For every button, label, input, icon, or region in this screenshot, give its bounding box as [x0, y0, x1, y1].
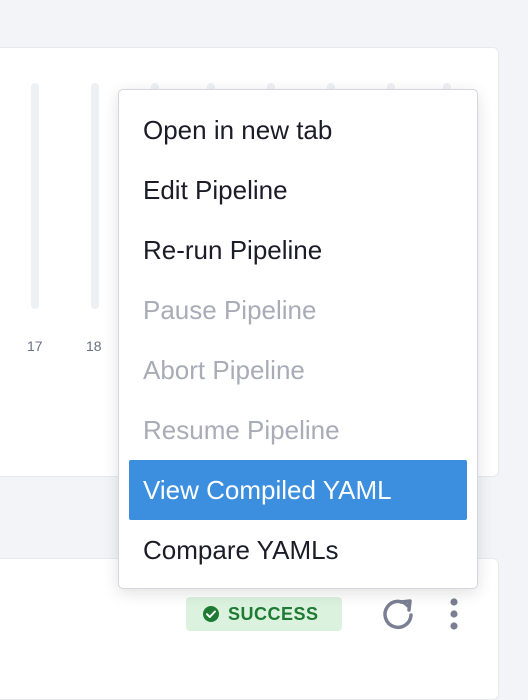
more-options-icon[interactable] [440, 595, 468, 633]
chart-x-tick: 17 [27, 338, 43, 354]
menu-item-pause-pipeline: Pause Pipeline [143, 295, 317, 325]
pipeline-actions-menu: Open in new tab Edit Pipeline Re-run Pip… [118, 89, 478, 589]
menu-item-view-compiled-yaml[interactable]: View Compiled YAML [129, 460, 467, 520]
menu-item-resume-pipeline: Resume Pipeline [143, 415, 340, 445]
status-label: SUCCESS [228, 603, 319, 624]
chart-x-tick: 18 [86, 338, 102, 354]
menu-item-compare-yamls[interactable]: Compare YAMLs [129, 520, 467, 580]
menu-item-abort-pipeline: Abort Pipeline [143, 355, 305, 385]
menu-item-edit-pipeline[interactable]: Edit Pipeline [129, 160, 467, 220]
refresh-icon[interactable] [378, 595, 418, 633]
status-badge: SUCCESS [186, 597, 342, 631]
check-circle-icon [203, 606, 219, 622]
chart-bar[interactable] [91, 83, 99, 309]
menu-item-open-new-tab[interactable]: Open in new tab [129, 100, 467, 160]
chart-bar[interactable] [31, 83, 39, 309]
menu-item-rerun-pipeline[interactable]: Re-run Pipeline [129, 220, 467, 280]
